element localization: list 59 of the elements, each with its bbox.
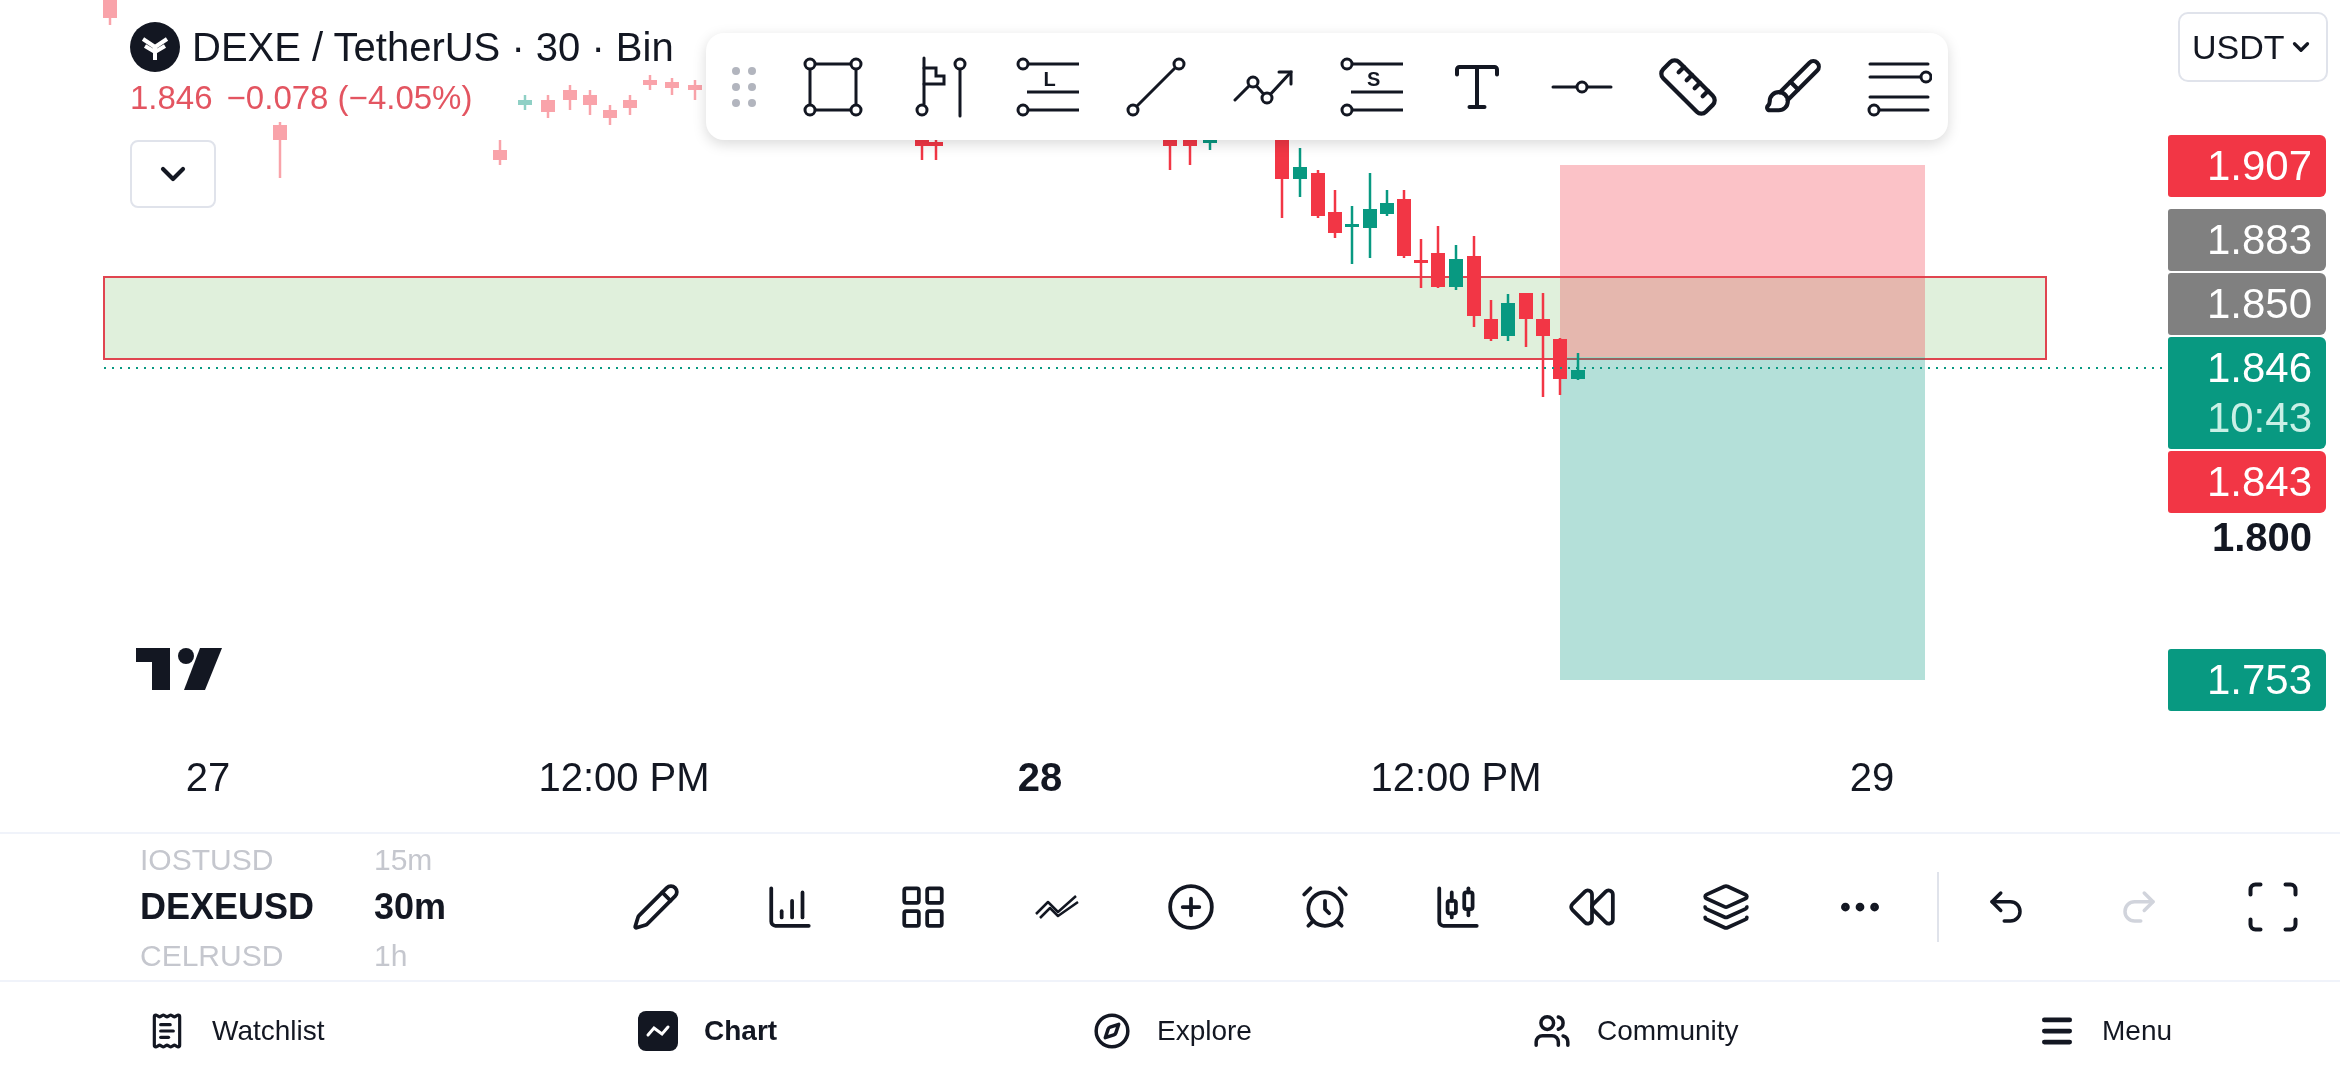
people-icon xyxy=(1533,1012,1571,1050)
candlestick xyxy=(643,75,657,90)
price-label: 1.846 10:43 xyxy=(2168,337,2326,449)
price-tick: 1.800 xyxy=(2211,515,2313,559)
chart-icon xyxy=(638,1011,678,1051)
symbol-list-item[interactable]: DEXEUSD 30m xyxy=(140,882,589,932)
nav-tab[interactable]: Watchlist xyxy=(148,1010,325,1052)
compass-icon xyxy=(1093,1012,1131,1050)
candlestick xyxy=(1414,239,1428,288)
expand-button[interactable] xyxy=(130,140,216,208)
countdown-timer: 10:43 xyxy=(2206,393,2312,443)
nav-tab[interactable]: Explore xyxy=(1093,1010,1252,1052)
time-axis-label: 12:00 PM xyxy=(538,754,710,801)
candlestick xyxy=(1484,300,1498,341)
price-label: 1.883 xyxy=(2168,209,2326,271)
price-label: 1.753 xyxy=(2168,649,2326,711)
time-axis-label: 12:00 PM xyxy=(1370,754,1542,801)
candlestick xyxy=(1328,190,1342,238)
candlestick xyxy=(103,0,117,25)
nav-tab[interactable]: Community xyxy=(1533,1010,1739,1052)
nav-tab[interactable]: Chart xyxy=(638,1010,778,1052)
candlestick xyxy=(1397,190,1411,258)
candlestick xyxy=(518,95,532,110)
candlestick xyxy=(563,85,577,110)
price-label: 1.907 xyxy=(2168,135,2326,197)
candlestick xyxy=(603,105,617,125)
candlestick xyxy=(273,122,287,178)
candlestick xyxy=(541,95,555,118)
last-price: 1.846 xyxy=(130,78,213,118)
candlestick xyxy=(1293,148,1307,197)
candlestick xyxy=(1345,206,1359,264)
add-icon[interactable] xyxy=(1165,882,1216,932)
time-axis-label: 28 xyxy=(1017,754,1063,801)
candlestick xyxy=(1449,245,1463,290)
candlestick xyxy=(1380,190,1394,216)
price-label: 1.850 xyxy=(2168,273,2326,335)
candlestick xyxy=(1519,293,1533,347)
candlestick xyxy=(1431,226,1445,288)
time-axis-label: 29 xyxy=(1849,754,1895,801)
candlestick xyxy=(583,90,597,115)
layers-icon[interactable] xyxy=(1701,882,1752,932)
candlestick xyxy=(665,78,679,95)
candlestick xyxy=(688,80,702,100)
logo-icon xyxy=(136,648,222,690)
coin-logo-icon xyxy=(130,22,180,72)
drag-handle-icon[interactable] xyxy=(730,64,758,109)
candlestick xyxy=(623,95,637,115)
price-change: −0.078 (−4.05%) xyxy=(226,78,473,118)
price-label: 1.843 xyxy=(2168,451,2326,513)
candlestick xyxy=(1311,170,1325,218)
time-axis-label: 27 xyxy=(185,754,231,801)
nav-tab[interactable]: Menu xyxy=(2038,1010,2173,1052)
pencil-icon[interactable] xyxy=(630,882,681,932)
candlestick xyxy=(1553,338,1567,395)
symbol-title: DEXE / TetherUS · 30 · Bin xyxy=(192,24,674,71)
candlestick xyxy=(1571,353,1585,380)
candlestick xyxy=(1501,294,1515,341)
candlestick xyxy=(493,140,507,165)
currency-select[interactable]: USDT xyxy=(2178,12,2328,82)
